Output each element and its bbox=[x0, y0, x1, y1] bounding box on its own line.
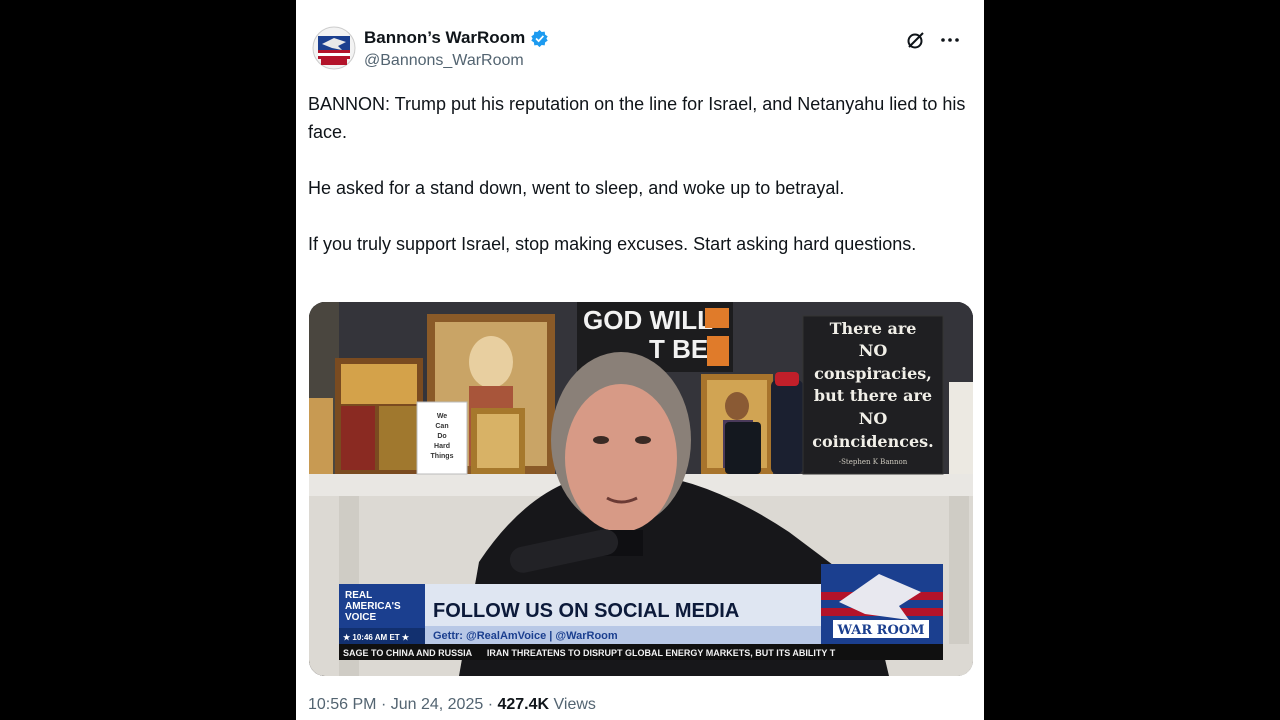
tweet-paragraph: If you truly support Israel, stop making… bbox=[308, 234, 917, 254]
god-will-text: GOD WILL bbox=[583, 305, 713, 335]
broadcast-time: ★ 10:46 AM ET ★ bbox=[343, 633, 410, 642]
tweet-card: Bannon’s WarRoom @Bannons_WarRoom BANNON… bbox=[296, 0, 984, 720]
tweet-text: BANNON: Trump put his reputation on the … bbox=[308, 90, 972, 286]
banner-subline: Gettr: @RealAmVoice | @WarRoom bbox=[433, 630, 618, 642]
quote-line: conspiracies, bbox=[814, 364, 932, 383]
small-sign-line: Do bbox=[437, 433, 446, 440]
person-face bbox=[565, 384, 677, 532]
rav-logo-line: REAL bbox=[345, 590, 372, 601]
quote-line: NO bbox=[859, 341, 888, 360]
views-label: Views bbox=[553, 696, 596, 713]
banner-headline: FOLLOW US ON SOCIAL MEDIA bbox=[433, 600, 739, 622]
tweet-time[interactable]: 10:56 PM bbox=[308, 696, 376, 713]
quote-attribution: -Stephen K Bannon bbox=[839, 458, 908, 466]
warroom-eagle-logo bbox=[312, 26, 356, 70]
tweet-paragraph: BANNON: Trump put his reputation on the … bbox=[308, 94, 971, 142]
author-handle[interactable]: @Bannons_WarRoom bbox=[364, 52, 524, 70]
video-frame: We Can Do Hard Things GOD WILL T BE Ther… bbox=[309, 302, 973, 676]
quote-line: There are bbox=[830, 319, 917, 338]
warroom-show-logo-text: WAR ROOM bbox=[836, 623, 924, 638]
sign-second-line: T BE bbox=[649, 334, 708, 364]
tweet-meta: 10:56 PM · Jun 24, 2025 · 427.4K Views bbox=[308, 696, 596, 714]
more-horizontal-icon bbox=[941, 38, 959, 42]
video-media[interactable]: We Can Do Hard Things GOD WILL T BE Ther… bbox=[309, 302, 973, 676]
grok-button[interactable] bbox=[904, 28, 928, 52]
author-display-name[interactable]: Bannon’s WarRoom bbox=[364, 28, 525, 48]
tweet-paragraph: He asked for a stand down, went to sleep… bbox=[308, 178, 845, 198]
small-sign-line: Hard bbox=[434, 443, 450, 450]
more-options-button[interactable] bbox=[938, 28, 962, 52]
verified-badge-icon bbox=[531, 29, 548, 47]
meta-separator: · bbox=[487, 696, 494, 713]
small-sign-line: Things bbox=[431, 453, 454, 460]
meta-separator: · bbox=[380, 696, 387, 713]
author-avatar[interactable] bbox=[312, 26, 356, 70]
quote-line: but there are bbox=[814, 386, 932, 405]
small-sign-line: We bbox=[437, 413, 447, 420]
views-count: 427.4K bbox=[497, 696, 550, 713]
tweet-header: Bannon’s WarRoom @Bannons_WarRoom bbox=[310, 24, 970, 74]
rav-logo-line: AMERICA'S bbox=[345, 601, 401, 612]
tweet-date[interactable]: Jun 24, 2025 bbox=[391, 696, 484, 713]
grok-icon bbox=[907, 32, 924, 49]
ticker-text: SAGE TO CHINA AND RUSSIA IRAN THREATENS … bbox=[343, 648, 836, 658]
small-sign-line: Can bbox=[435, 423, 448, 430]
rav-logo-line: VOICE bbox=[345, 612, 376, 623]
quote-line: NO bbox=[859, 409, 888, 428]
quote-line: coincidences. bbox=[812, 432, 933, 451]
